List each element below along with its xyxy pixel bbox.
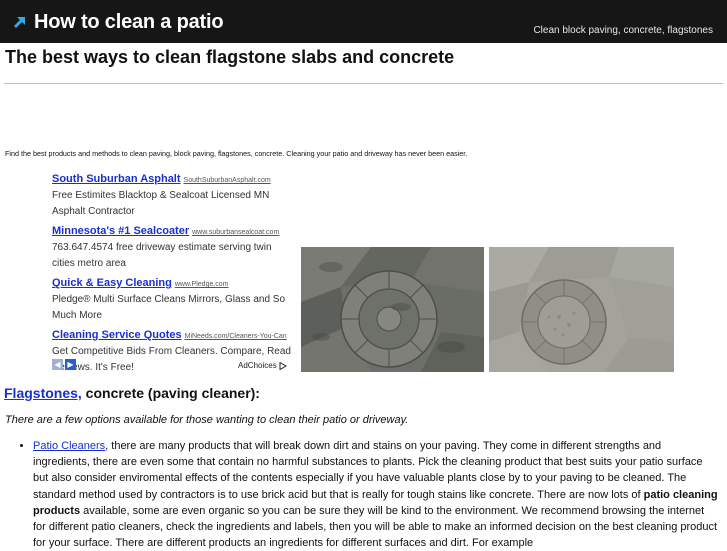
section-lead: There are a few options available for th… bbox=[5, 414, 409, 426]
ad-title-link[interactable]: South Suburban Asphalt bbox=[52, 173, 181, 185]
ad-title-link[interactable]: Minnesota's #1 Sealcoater bbox=[52, 225, 189, 237]
page-title: The best ways to clean flagstone slabs a… bbox=[5, 47, 455, 67]
chevron-left-icon[interactable]: ◀ bbox=[52, 359, 63, 370]
site-tagline: Clean block paving, concrete, flagstones bbox=[533, 25, 713, 36]
header-bar: How to clean a patio Clean block paving,… bbox=[0, 0, 727, 43]
adchoices-icon bbox=[279, 361, 287, 370]
section-heading-rest: concrete (paving cleaner): bbox=[81, 385, 260, 401]
ad-url[interactable]: www.Pledge.com bbox=[175, 281, 229, 288]
adchoices-label: AdChoices bbox=[238, 361, 277, 370]
ad-title-link[interactable]: Quick & Easy Cleaning bbox=[52, 277, 172, 289]
ad-description: Pledge® Multi Surface Cleans Mirrors, Gl… bbox=[52, 294, 286, 321]
divider bbox=[4, 83, 723, 84]
bullet-text-part1: , there are many products that will brea… bbox=[33, 440, 703, 501]
ad-url[interactable]: www.suburbansealcoat.com bbox=[192, 229, 279, 236]
intro-text: Find the best products and methods to cl… bbox=[5, 149, 468, 158]
ad-nav-controls: ◀ ▶ bbox=[52, 359, 76, 370]
patio-photo-flagstone-circle bbox=[301, 247, 484, 372]
arrow-up-right-icon bbox=[13, 17, 25, 29]
ad-description: Free Estimites Blacktop & Sealcoat Licen… bbox=[52, 190, 270, 217]
site-title-link[interactable]: How to clean a patio bbox=[34, 11, 224, 34]
ad-item: Quick & Easy Cleaning www.Pledge.com Pled… bbox=[52, 274, 292, 323]
ad-block: South Suburban Asphalt SouthSuburbanAspha… bbox=[52, 170, 292, 378]
ad-title-link[interactable]: Cleaning Service Quotes bbox=[52, 329, 182, 341]
section-heading-link[interactable]: Flagstones, bbox=[4, 385, 82, 401]
bullet-text-part2: available, some are even organic so you … bbox=[33, 504, 718, 550]
ad-url[interactable]: SouthSuburbanAsphalt.com bbox=[184, 177, 271, 184]
section-heading: Flagstones, concrete (paving cleaner): bbox=[4, 385, 260, 401]
ad-item: Minnesota's #1 Sealcoater www.suburbansea… bbox=[52, 222, 292, 271]
ad-description: Get Competitive Bids From Cleaners. Comp… bbox=[52, 346, 291, 373]
list-item: Patio Cleaners, there are many products … bbox=[33, 438, 720, 551]
site-title[interactable]: How to clean a patio bbox=[12, 9, 224, 35]
patio-cleaners-link[interactable]: Patio Cleaners bbox=[33, 440, 105, 452]
patio-photo-cleaned-paving bbox=[489, 247, 674, 372]
chevron-right-icon[interactable]: ▶ bbox=[65, 359, 76, 370]
ad-description: 763.647.4574 free driveway estimate serv… bbox=[52, 242, 272, 269]
ad-item: South Suburban Asphalt SouthSuburbanAspha… bbox=[52, 170, 292, 219]
ad-url[interactable]: MiNeeds.com/Cleaners-You-Can bbox=[185, 333, 287, 340]
adchoices-link[interactable]: AdChoices bbox=[238, 361, 287, 370]
options-list: Patio Cleaners, there are many products … bbox=[5, 438, 720, 551]
